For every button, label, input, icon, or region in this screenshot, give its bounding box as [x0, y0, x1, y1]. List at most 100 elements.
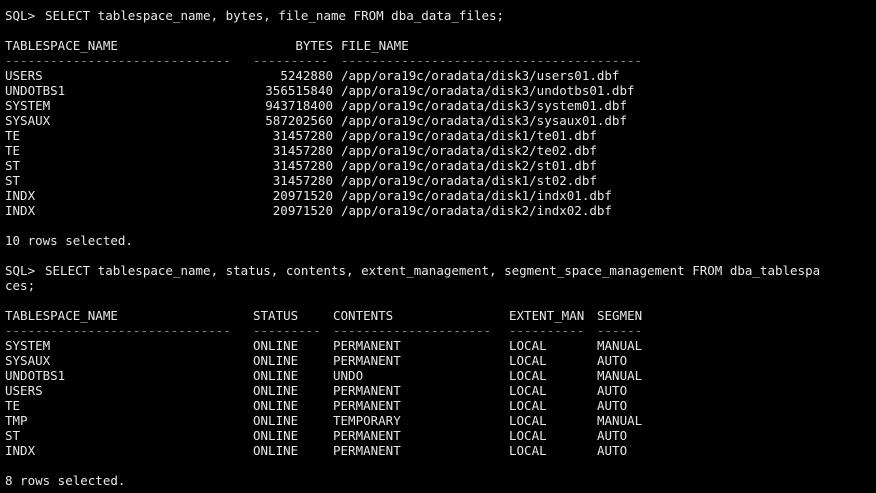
result-cell: AUTO	[597, 398, 628, 413]
result-cell: /app/ora19c/oradata/disk3/users01.dbf	[341, 68, 620, 83]
result-row: SYSAUX ONLINE PERMANENT LOCAL AUTO	[5, 353, 871, 368]
result-cell: LOCAL	[509, 443, 547, 458]
result-cell: /app/ora19c/oradata/disk3/system01.dbf	[341, 98, 627, 113]
sql-command-text: SELECT tablespace_name, status, contents…	[45, 263, 821, 278]
column-header: FILE_NAME	[341, 38, 409, 53]
result-cell: USERS	[5, 68, 43, 83]
sql-command-line: SQL> SELECT tablespace_name, bytes, file_…	[5, 8, 871, 23]
result-cell: /app/ora19c/oradata/disk1/te01.dbf	[341, 128, 597, 143]
rows-selected-footer: 10 rows selected.	[5, 233, 871, 248]
result-cell: PERMANENT	[333, 338, 401, 353]
result-cell: USERS	[5, 383, 43, 398]
result-row: TE 31457280/app/ora19c/oradata/disk1/te01…	[5, 128, 871, 143]
result-cell: MANUAL	[597, 338, 643, 353]
result-cell: /app/ora19c/oradata/disk2/indx02.dbf	[341, 203, 612, 218]
result-cell: TE	[5, 398, 21, 413]
result-row: SYSTEM 943718400/app/ora19c/oradata/disk3…	[5, 98, 871, 113]
result-row: TMP ONLINE TEMPORARY LOCAL MANUAL	[5, 413, 871, 428]
column-header: BYTES	[295, 38, 333, 53]
sql-prompt: SQL>	[5, 8, 36, 23]
column-header: STATUS	[253, 308, 299, 323]
result-cell: /app/ora19c/oradata/disk2/te02.dbf	[341, 143, 597, 158]
result-separator-row: ----------------------------------------…	[5, 53, 871, 68]
result-cell: ST	[5, 158, 21, 173]
result-cell: AUTO	[597, 443, 628, 458]
rows-selected-text: 10 rows selected.	[5, 233, 133, 248]
result-cell: 20971520	[272, 188, 333, 203]
result-cell: SYSTEM	[5, 98, 51, 113]
sql-prompt: SQL>	[5, 263, 36, 278]
result-row: TE ONLINE PERMANENT LOCAL AUTO	[5, 398, 871, 413]
result-cell: PERMANENT	[333, 353, 401, 368]
result-cell: 20971520	[272, 203, 333, 218]
rows-selected-footer: 8 rows selected.	[5, 473, 871, 488]
result-cell: LOCAL	[509, 383, 547, 398]
result-header-row: TABLESPACE_NAME BYTES FILE_NAME	[5, 38, 871, 53]
column-separator: ----------------------------------------	[341, 53, 643, 68]
result-cell: INDX	[5, 203, 36, 218]
result-cell: ST	[5, 428, 21, 443]
terminal-window[interactable]: SQL> SELECT tablespace_name, bytes, file_…	[0, 0, 876, 493]
result-cell: /app/ora19c/oradata/disk2/st01.dbf	[341, 158, 597, 173]
result-cell: ONLINE	[253, 353, 299, 368]
result-row: INDX ONLINE PERMANENT LOCAL AUTO	[5, 443, 871, 458]
result-cell: 587202560	[265, 113, 333, 128]
result-cell: ONLINE	[253, 338, 299, 353]
sql-command-line: SQL> SELECT tablespace_name, status, cont…	[5, 263, 871, 278]
result-cell: ONLINE	[253, 368, 299, 383]
result-cell: /app/ora19c/oradata/disk1/st02.dbf	[341, 173, 597, 188]
result-cell: PERMANENT	[333, 383, 401, 398]
result-cell: TMP	[5, 413, 28, 428]
result-row: ST ONLINE PERMANENT LOCAL AUTO	[5, 428, 871, 443]
column-header: TABLESPACE_NAME	[5, 308, 118, 323]
result-cell: SYSAUX	[5, 113, 51, 128]
result-cell: PERMANENT	[333, 398, 401, 413]
result-cell: INDX	[5, 443, 36, 458]
result-cell: AUTO	[597, 353, 628, 368]
result-cell: UNDOTBS1	[5, 368, 66, 383]
result-cell: 943718400	[265, 98, 333, 113]
result-header-row: TABLESPACE_NAME STATUS CONTENTS EXTENT_MAN S…	[5, 308, 871, 323]
column-separator: ---------------------	[333, 323, 492, 338]
result-cell: SYSTEM	[5, 338, 51, 353]
column-header: EXTENT_MAN	[509, 308, 585, 323]
result-cell: LOCAL	[509, 353, 547, 368]
result-cell: MANUAL	[597, 368, 643, 383]
result-row: INDX 20971520/app/ora19c/oradata/disk2/in…	[5, 203, 871, 218]
result-cell: ONLINE	[253, 428, 299, 443]
result-cell: UNDO	[333, 368, 364, 383]
result-cell: ST	[5, 173, 21, 188]
result-cell: PERMANENT	[333, 428, 401, 443]
column-separator: ---------	[253, 323, 321, 338]
result-cell: ONLINE	[253, 413, 299, 428]
result-cell: ONLINE	[253, 443, 299, 458]
result-cell: /app/ora19c/oradata/disk3/undotbs01.dbf	[341, 83, 635, 98]
result-cell: AUTO	[597, 428, 628, 443]
result-separator-row: ----------------------------------------…	[5, 323, 871, 338]
result-cell: ONLINE	[253, 398, 299, 413]
result-cell: LOCAL	[509, 428, 547, 443]
result-row: USERS ONLINE PERMANENT LOCAL AUTO	[5, 383, 871, 398]
result-cell: 31457280	[272, 128, 333, 143]
column-separator: ------------------------------	[5, 323, 231, 338]
result-cell: 31457280	[272, 143, 333, 158]
result-cell: AUTO	[597, 383, 628, 398]
result-row: UNDOTBS1 ONLINE UNDO LOCAL MANUAL	[5, 368, 871, 383]
result-cell: LOCAL	[509, 413, 547, 428]
result-cell: MANUAL	[597, 413, 643, 428]
column-header: TABLESPACE_NAME	[5, 38, 118, 53]
column-separator: ----------	[509, 323, 585, 338]
result-cell: 31457280	[272, 173, 333, 188]
column-separator: ------	[597, 323, 643, 338]
result-cell: LOCAL	[509, 398, 547, 413]
column-separator: ------------------------------	[5, 53, 231, 68]
sql-command-text: ces;	[5, 278, 36, 293]
result-row: ST 31457280/app/ora19c/oradata/disk2/st01…	[5, 158, 871, 173]
result-row: USERS 5242880/app/ora19c/oradata/disk3/us…	[5, 68, 871, 83]
result-cell: SYSAUX	[5, 353, 51, 368]
rows-selected-text: 8 rows selected.	[5, 473, 126, 488]
result-row: ST 31457280/app/ora19c/oradata/disk1/st02…	[5, 173, 871, 188]
result-cell: TEMPORARY	[333, 413, 401, 428]
result-row: INDX 20971520/app/ora19c/oradata/disk1/in…	[5, 188, 871, 203]
result-cell: ONLINE	[253, 383, 299, 398]
